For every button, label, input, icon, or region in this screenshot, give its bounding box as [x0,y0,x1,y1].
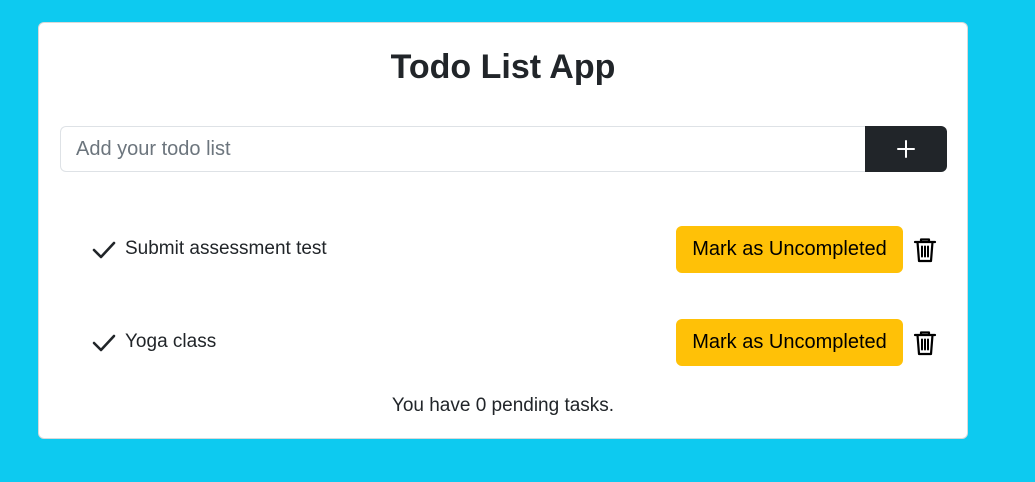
plus-icon [897,140,915,158]
pending-tasks-count: You have 0 pending tasks. [391,395,615,416]
todo-card: Todo List App Submit assessment test Mar… [38,22,968,439]
add-todo-form [60,126,947,172]
page-title: Todo List App [390,48,616,86]
todo-text: Yoga class [125,331,217,352]
mark-uncompleted-button[interactable]: Mark as Uncompleted [676,319,903,366]
trash-icon[interactable] [913,330,937,356]
check-icon [92,334,116,352]
trash-icon[interactable] [913,237,937,263]
todo-item: Submit assessment test Mark as Uncomplet… [91,226,949,274]
mark-uncompleted-button[interactable]: Mark as Uncompleted [676,226,903,273]
todo-item: Yoga class Mark as Uncompleted [91,319,949,367]
todo-text: Submit assessment test [125,238,327,259]
add-todo-button[interactable] [865,126,947,172]
todo-input[interactable] [60,126,865,172]
check-icon [92,241,116,259]
